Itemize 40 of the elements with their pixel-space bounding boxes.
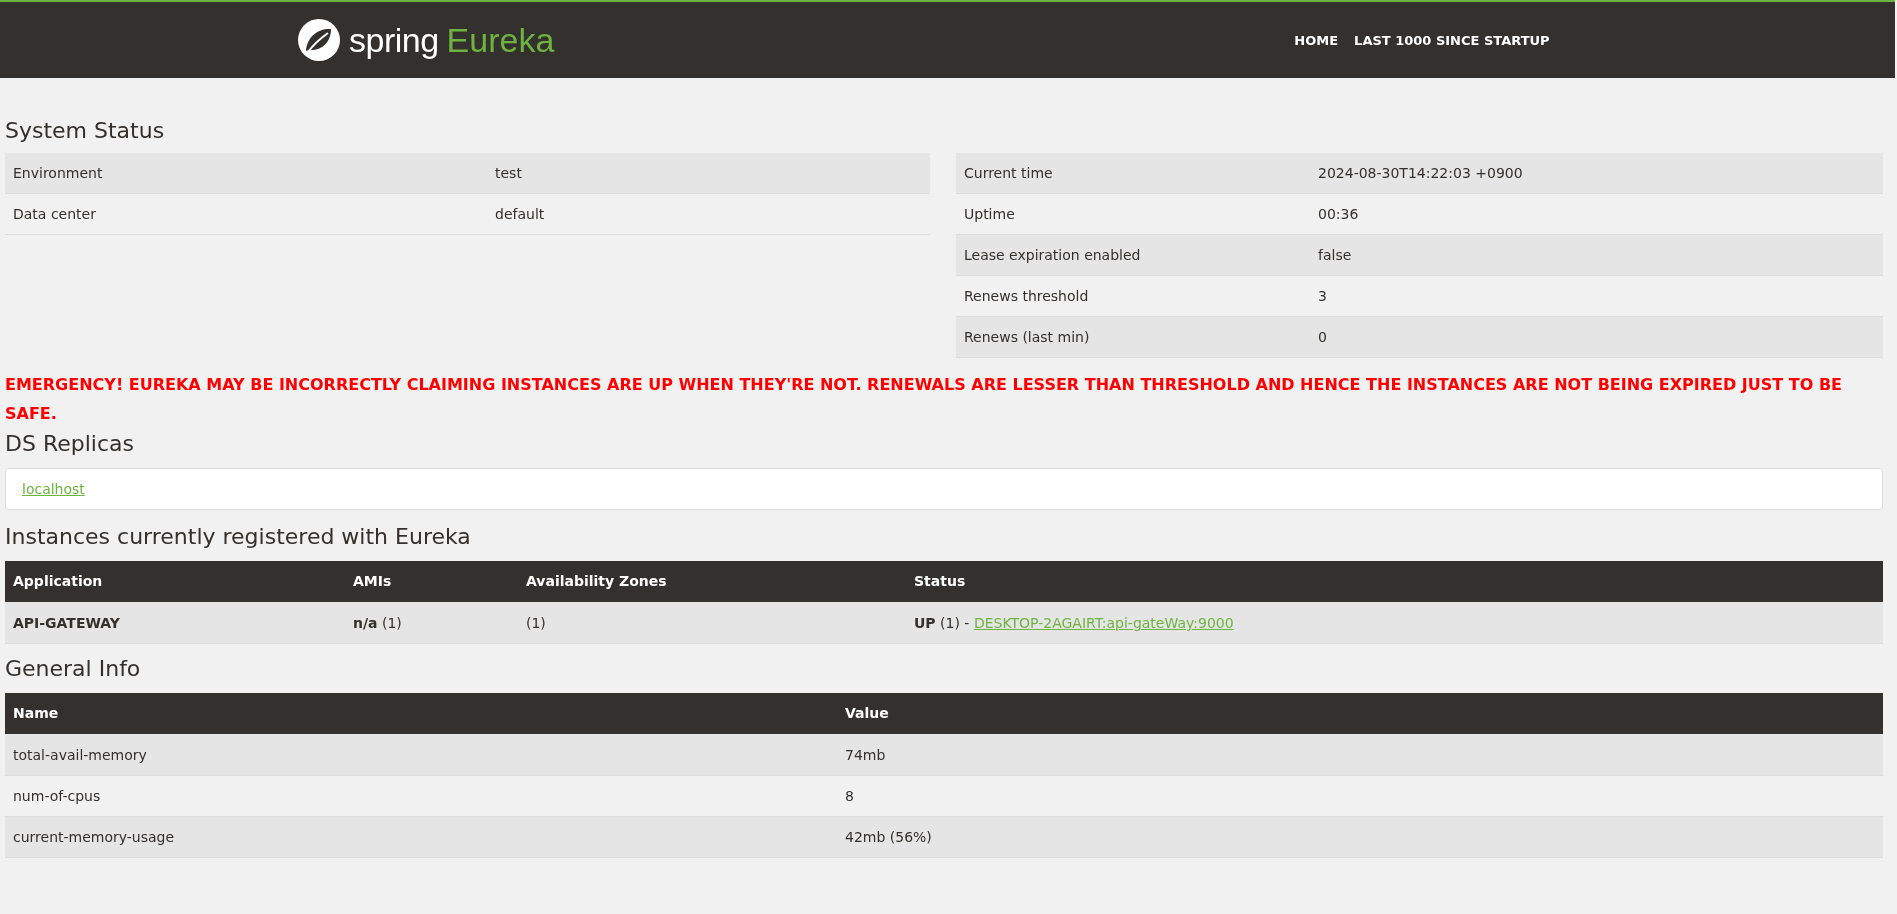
table-cell: num-of-cpus bbox=[5, 775, 837, 817]
table-cell: Environment bbox=[5, 153, 487, 194]
table-cell: 8 bbox=[837, 775, 1883, 817]
table-cell: default bbox=[487, 193, 930, 235]
emergency-warning: EMERGENCY! EUREKA MAY BE INCORRECTLY CLAIMING INSTANCES ARE UP WHEN THEY'RE NOT. RENEWALS ARE LESSER THAN THRESHOLD AND HENCE THE INSTANCES ARE NOT BEING EXPIRED JUST TO BE SAFE. bbox=[5, 374, 1843, 425]
section-title: System Status bbox=[5, 118, 166, 143]
table-cell: API-GATEWAY bbox=[5, 602, 345, 644]
nav-link[interactable]: LAST 1000 SINCE STARTUP bbox=[1354, 32, 1550, 48]
brand-name: spring bbox=[349, 20, 439, 60]
section-title: DS Replicas bbox=[5, 431, 135, 456]
table-cell: 74mb bbox=[837, 734, 1883, 776]
table-cell: Uptime bbox=[956, 193, 1310, 235]
section-title: Instances currently registered with Eureka bbox=[5, 524, 472, 549]
column-header: Application bbox=[5, 561, 345, 602]
table-cell: Data center bbox=[5, 193, 487, 235]
table-cell: 42mb (56%) bbox=[837, 816, 1883, 858]
table-cell: (1) bbox=[518, 602, 906, 644]
column-header: Name bbox=[5, 693, 837, 734]
column-header: Status bbox=[906, 561, 1883, 602]
table-cell: 00:36 bbox=[1310, 193, 1883, 235]
table-cell: Renews (last min) bbox=[956, 316, 1310, 358]
table-cell: Lease expiration enabled bbox=[956, 234, 1310, 276]
table-cell: 2024-08-30T14:22:03 +0900 bbox=[1310, 153, 1883, 194]
table-cell: 3 bbox=[1310, 275, 1883, 317]
nav-link[interactable]: HOME bbox=[1294, 32, 1339, 48]
table-cell: 0 bbox=[1310, 316, 1883, 358]
column-header: AMIs bbox=[345, 561, 518, 602]
table-cell: test bbox=[487, 153, 930, 194]
table-cell: current-memory-usage bbox=[5, 816, 837, 858]
leaf-logo-icon bbox=[297, 18, 341, 62]
column-header: Availability Zones bbox=[518, 561, 906, 602]
table-cell: total-avail-memory bbox=[5, 734, 837, 776]
column-header: Value bbox=[837, 693, 1883, 734]
section-title: General Info bbox=[5, 656, 142, 681]
table-cell: n/a (1) bbox=[345, 602, 518, 644]
product-name: Eureka bbox=[446, 20, 555, 60]
table-cell: Renews threshold bbox=[956, 275, 1310, 317]
table-cell: Current time bbox=[956, 153, 1310, 194]
status-text: UP (1) - bbox=[914, 615, 970, 631]
table-cell: false bbox=[1310, 234, 1883, 276]
